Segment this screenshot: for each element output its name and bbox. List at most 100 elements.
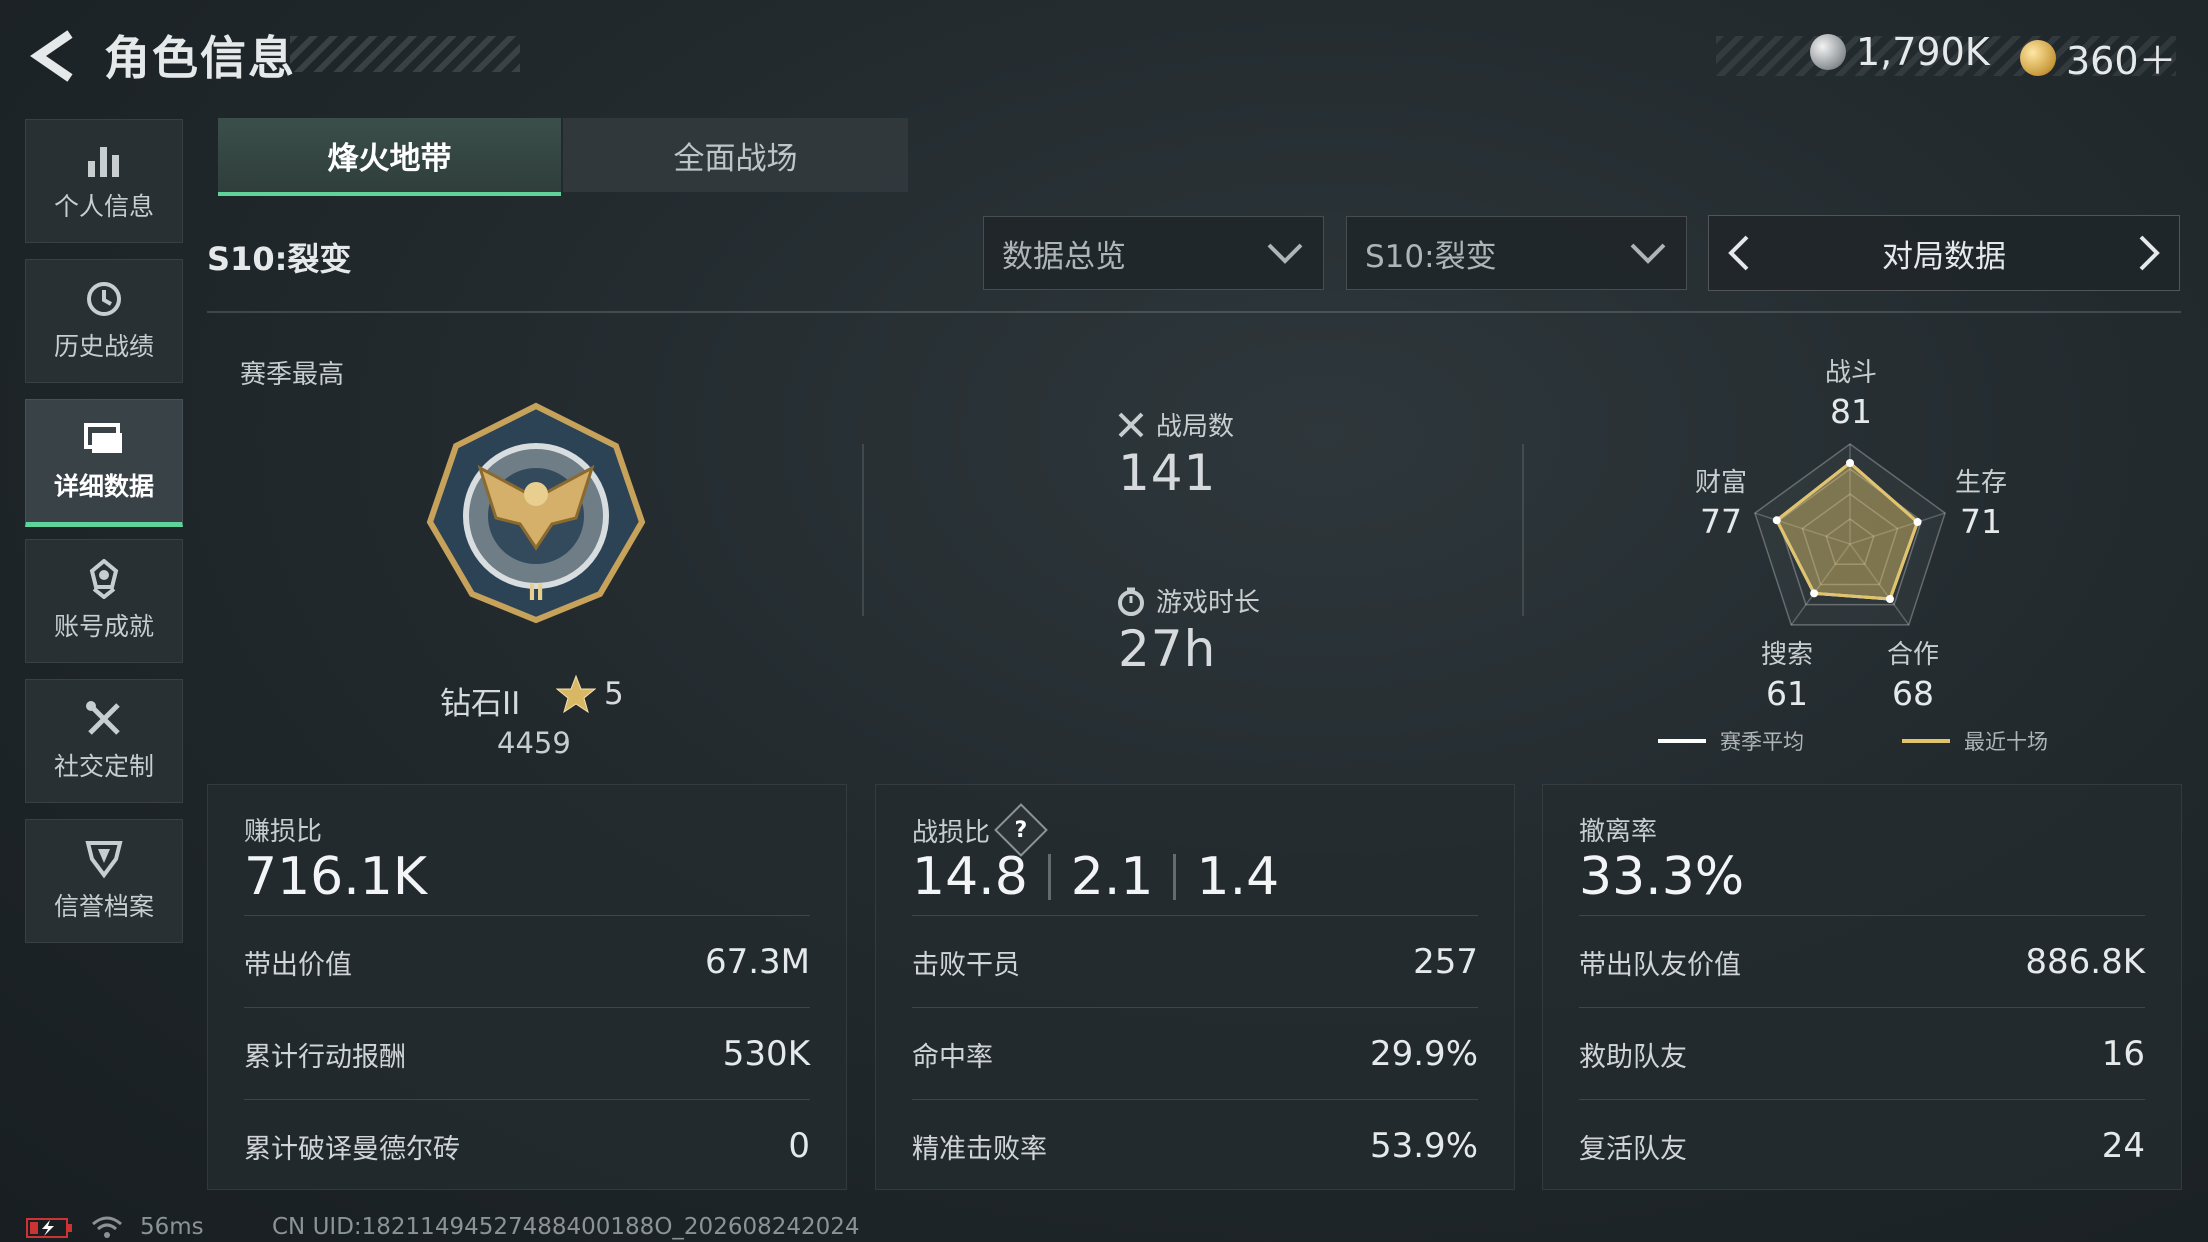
sidebar-item-label: 社交定制 (53, 752, 154, 781)
silver-coin-icon (1810, 34, 1846, 70)
tab-fenghuo-zone[interactable]: 烽火地带 (218, 118, 561, 196)
divider (207, 311, 2181, 313)
row-label: 累计破译曼德尔砖 (244, 1133, 460, 1165)
table-row: 累计破译曼德尔砖 0 (244, 1099, 810, 1192)
playtime-value: 27h (1118, 620, 1217, 678)
rank-score: 4459 (497, 726, 571, 760)
row-label: 复活队友 (1579, 1133, 1687, 1165)
row-value: 67.3M (704, 942, 810, 982)
back-button[interactable] (24, 28, 84, 84)
tab-full-battlefield[interactable]: 全面战场 (563, 118, 908, 192)
extract-value: 33.3% (1579, 847, 1745, 907)
rank-name: 钻石II (440, 686, 521, 722)
sidebar-item-achievements[interactable]: 账号成就 (25, 539, 183, 663)
matches-label: 战局数 (1116, 406, 1234, 443)
svg-text:II: II (528, 581, 544, 606)
radar-label-cooperation: 合作 (1886, 640, 1939, 670)
legend-swatch (1902, 739, 1950, 743)
star-icon (556, 674, 596, 714)
title-decoration (290, 36, 520, 72)
radar-label-survival: 生存 (1954, 468, 2007, 498)
wifi-icon (92, 1216, 122, 1238)
row-label: 带出价值 (244, 949, 352, 981)
extract-panel: 撤离率 33.3% 带出队友价值 886.8K 救助队友 16 复活队友 24 (1542, 784, 2182, 1190)
row-label: 击败干员 (912, 949, 1020, 981)
battery-icon (26, 1218, 72, 1238)
row-value: 0 (788, 1126, 810, 1166)
row-value: 29.9% (1369, 1034, 1478, 1074)
next-arrow-icon[interactable] (2135, 233, 2165, 273)
gold-currency-value: 360＋ (2066, 39, 2177, 83)
kd-title-text: 战损比 (912, 817, 991, 848)
overview-dropdown-value: 数据总览 (1002, 238, 1126, 275)
sidebar-item-social[interactable]: 社交定制 (25, 679, 183, 803)
table-row: 带出价值 67.3M (244, 915, 810, 1008)
page-title: 角色信息 (104, 31, 296, 85)
overview-dropdown[interactable]: 数据总览 (983, 216, 1324, 290)
section-divider (862, 444, 864, 616)
radar-label-combat: 战斗 (1824, 358, 1877, 388)
row-label: 精准击败率 (912, 1133, 1047, 1165)
sidebar-item-label: 详细数据 (53, 472, 154, 501)
sidebar-item-history[interactable]: 历史战绩 (25, 259, 183, 383)
profit-value: 716.1K (244, 847, 427, 907)
rank-emblem-icon: II (426, 402, 646, 624)
radar-value-cooperation: 68 (1892, 674, 1934, 713)
table-row: 带出队友价值 886.8K (1579, 915, 2145, 1008)
prev-arrow-icon[interactable] (1723, 233, 1753, 273)
back-arrow-icon (30, 30, 73, 82)
legend-recent-ten: 最近十场 (1902, 726, 2048, 756)
radar-point (1810, 589, 1819, 598)
chevron-down-icon (1630, 243, 1666, 264)
radar-value-combat: 81 (1830, 392, 1872, 431)
kd-title: 战损比 ? (912, 803, 1048, 857)
silver-currency[interactable]: 1,790K (1810, 30, 1990, 74)
table-row: 复活队友 24 (1579, 1099, 2145, 1192)
sidebar-item-label: 信誉档案 (53, 892, 154, 921)
profit-panel: 赚损比 716.1K 带出价值 67.3M 累计行动报酬 530K 累计破译曼德尔砖… (207, 784, 847, 1190)
playtime-label: 游戏时长 (1116, 582, 1260, 619)
row-value: 16 (2101, 1034, 2145, 1074)
bar-chart-icon (88, 147, 119, 177)
shield-icon (85, 841, 123, 879)
value-separator (1173, 854, 1177, 900)
row-label: 命中率 (912, 1041, 993, 1073)
gold-currency[interactable]: 360＋ (2020, 30, 2177, 85)
kd-value-3: 1.4 (1196, 847, 1280, 907)
section-divider (1522, 444, 1524, 616)
matches-value: 141 (1118, 444, 1217, 502)
silver-currency-value: 1,790K (1856, 30, 1990, 74)
radar-point (1772, 516, 1781, 525)
ping-value: 56ms (140, 1214, 204, 1240)
pager-label: 对局数据 (1882, 238, 2006, 275)
legend-season-average: 赛季平均 (1658, 726, 1804, 756)
matches-label-text: 战局数 (1156, 412, 1235, 442)
stopwatch-icon (1118, 587, 1144, 616)
history-clock-icon (87, 282, 121, 316)
sidebar-item-reputation[interactable]: 信誉档案 (25, 819, 183, 943)
legend-swatch (1658, 739, 1706, 743)
table-row: 击败干员 257 (912, 915, 1478, 1008)
rank-stars: 5 (556, 674, 624, 714)
tools-icon (86, 701, 120, 735)
kd-value-2: 2.1 (1070, 847, 1154, 907)
row-label: 累计行动报酬 (244, 1041, 406, 1073)
extract-title: 撤离率 (1579, 817, 1658, 847)
sidebar-item-label: 历史战绩 (53, 332, 154, 361)
radar-value-search: 61 (1766, 674, 1808, 713)
rank-stars-count: 5 (604, 676, 624, 712)
radar-chart (1754, 443, 1946, 626)
sidebar-item-personal-info[interactable]: 个人信息 (25, 119, 183, 243)
table-row: 救助队友 16 (1579, 1007, 2145, 1100)
table-row: 累计行动报酬 530K (244, 1007, 810, 1100)
season-dropdown[interactable]: S10:裂变 (1346, 216, 1687, 290)
sidebar-item-detail-data[interactable]: 详细数据 (25, 399, 183, 527)
row-value: 257 (1413, 942, 1478, 982)
table-row: 命中率 29.9% (912, 1007, 1478, 1100)
profit-title: 赚损比 (244, 817, 323, 847)
legend-label: 赛季平均 (1720, 730, 1804, 754)
row-value: 886.8K (2025, 942, 2145, 982)
radar-label-search: 搜索 (1760, 640, 1813, 670)
table-row: 精准击败率 53.9% (912, 1099, 1478, 1192)
radar-label-wealth: 财富 (1694, 468, 1747, 498)
